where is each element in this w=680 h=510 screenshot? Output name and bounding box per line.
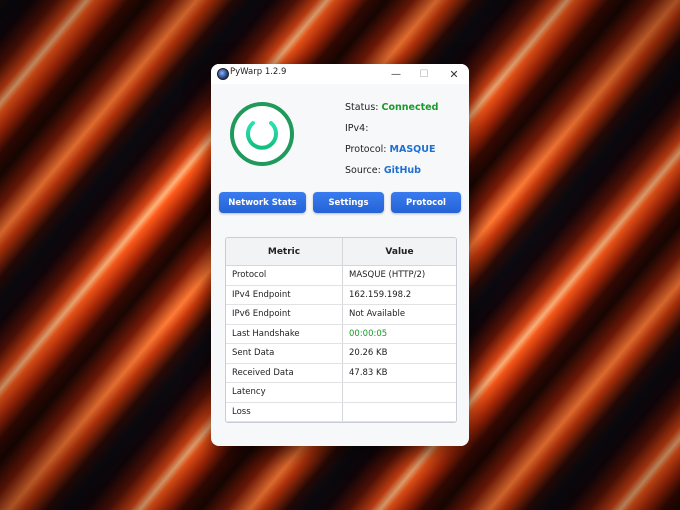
metrics-table: Metric Value Protocol MASQUE (HTTP/2) IPv…	[225, 237, 457, 423]
metric-cell: Received Data	[226, 363, 343, 383]
ipv4-row: IPv4:	[345, 123, 368, 134]
value-cell: MASQUE (HTTP/2)	[342, 265, 456, 286]
value-cell: 20.26 KB	[342, 343, 456, 364]
protocol-value: MASQUE	[389, 144, 436, 155]
table-row: Latency	[226, 382, 456, 403]
source-link[interactable]: GitHub	[384, 165, 421, 176]
value-cell: 47.83 KB	[342, 363, 456, 383]
table-row: Sent Data 20.26 KB	[226, 343, 456, 364]
metric-cell: Latency	[226, 382, 343, 403]
network-stats-button[interactable]: Network Stats	[219, 192, 306, 213]
column-header-metric: Metric	[226, 238, 343, 266]
title-bar[interactable]: PyWarp 1.2.9 — ☐ ✕	[211, 64, 469, 84]
value-cell	[342, 402, 456, 422]
value-cell: 162.159.198.2	[342, 285, 456, 305]
table-row: IPv4 Endpoint 162.159.198.2	[226, 285, 456, 305]
column-header-value: Value	[342, 238, 456, 266]
table-header-row: Metric Value	[226, 238, 456, 266]
status-row: Status: Connected	[345, 102, 438, 113]
metric-cell: IPv4 Endpoint	[226, 285, 343, 305]
power-toggle-button[interactable]	[230, 102, 294, 166]
minimize-button[interactable]: —	[381, 64, 411, 84]
status-label: Status:	[345, 102, 379, 113]
protocol-button[interactable]: Protocol	[391, 192, 461, 213]
metric-cell: IPv6 Endpoint	[226, 304, 343, 325]
value-cell: Not Available	[342, 304, 456, 325]
metric-cell: Last Handshake	[226, 324, 343, 344]
close-button[interactable]: ✕	[439, 64, 469, 84]
status-value: Connected	[381, 102, 439, 113]
pywarp-window: PyWarp 1.2.9 — ☐ ✕ Status: Connected IPv…	[211, 64, 469, 446]
protocol-label: Protocol:	[345, 144, 387, 155]
metric-cell: Sent Data	[226, 343, 343, 364]
metric-cell: Protocol	[226, 265, 343, 286]
table-row: Loss	[226, 402, 456, 422]
table-row: Last Handshake 00:00:05	[226, 324, 456, 344]
ipv4-label: IPv4:	[345, 123, 369, 134]
settings-button[interactable]: Settings	[313, 192, 384, 213]
table-row: IPv6 Endpoint Not Available	[226, 304, 456, 325]
maximize-button[interactable]: ☐	[409, 64, 439, 84]
window-title: PyWarp 1.2.9	[230, 67, 287, 77]
metric-cell: Loss	[226, 402, 343, 422]
value-cell	[342, 382, 456, 403]
protocol-row: Protocol: MASQUE	[345, 144, 435, 155]
source-row: Source: GitHub	[345, 165, 421, 176]
source-label: Source:	[345, 165, 381, 176]
table-row: Received Data 47.83 KB	[226, 363, 456, 383]
app-icon	[217, 68, 229, 80]
value-cell: 00:00:05	[342, 324, 456, 344]
power-icon	[246, 114, 278, 150]
table-row: Protocol MASQUE (HTTP/2)	[226, 265, 456, 286]
